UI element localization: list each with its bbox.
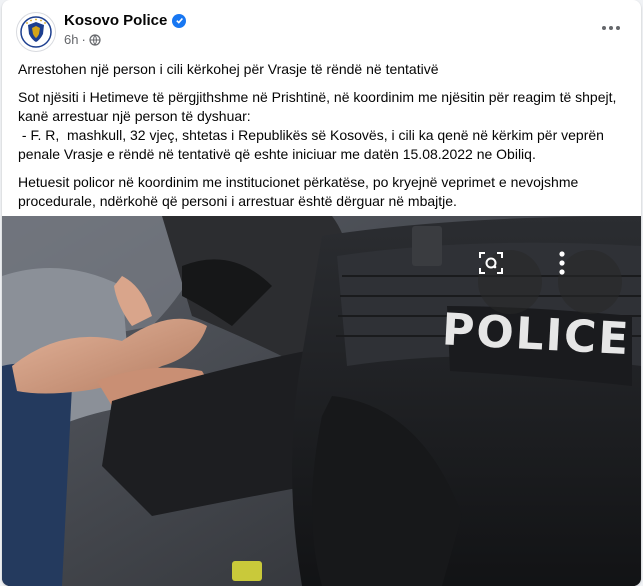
more-options-icon[interactable] — [597, 14, 625, 42]
page-avatar[interactable] — [16, 12, 56, 52]
post-text: Arrestohen një person i cili kërkohej pë… — [18, 60, 628, 220]
post-closing-paragraph: Hetuesit policor në koordinim me institu… — [18, 174, 579, 209]
post-title-paragraph: Arrestohen një person i cili kërkohej pë… — [18, 61, 439, 77]
police-emblem-icon — [20, 16, 52, 48]
visual-search-icon[interactable] — [478, 250, 542, 314]
verified-badge-icon — [172, 13, 187, 28]
vertical-dots-icon[interactable] — [558, 250, 622, 314]
globe-icon[interactable] — [89, 33, 101, 46]
post-card: Kosovo Police 6h · Arrestohen një person… — [2, 0, 641, 586]
post-header: Kosovo Police 6h · — [2, 0, 641, 58]
meta-separator: · — [81, 32, 86, 47]
post-body-paragraph: Sot njësiti i Hetimeve të përgjithshme n… — [18, 89, 617, 162]
photo-scene — [2, 216, 641, 586]
author-name-link[interactable]: Kosovo Police — [64, 12, 187, 29]
author-name: Kosovo Police — [64, 12, 168, 29]
post-meta: 6h · — [64, 32, 101, 47]
post-timestamp[interactable]: 6h — [64, 32, 78, 47]
post-photo[interactable]: POLICE — [2, 216, 641, 586]
